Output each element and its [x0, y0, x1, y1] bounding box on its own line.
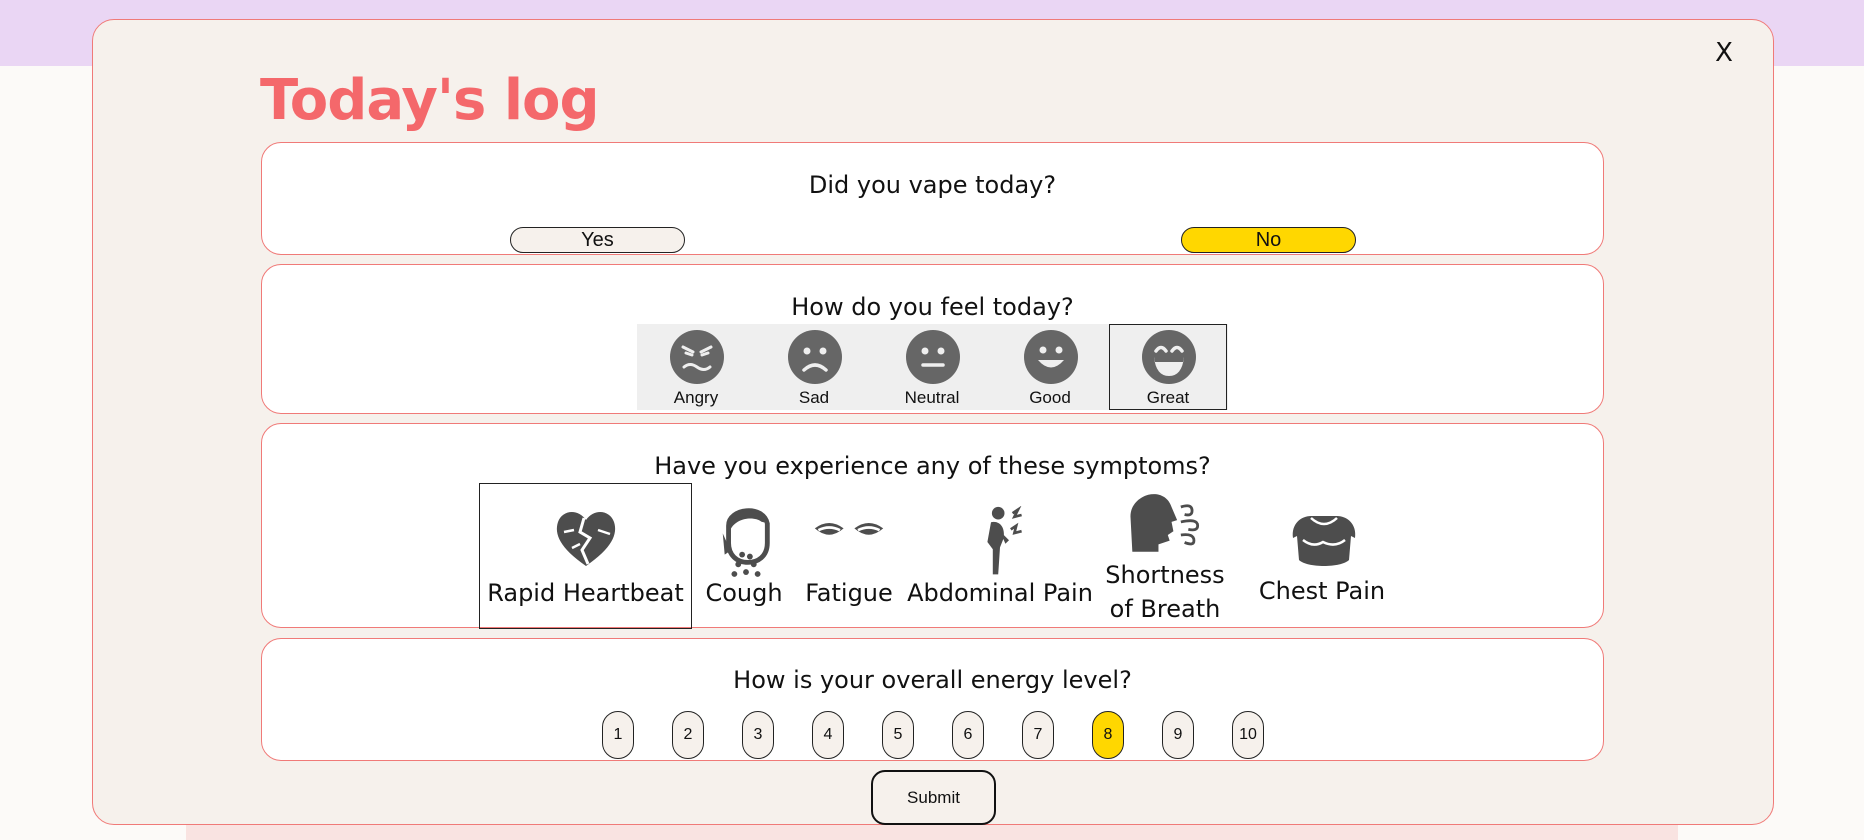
mood-card: How do you feel today? Angry Sad Neutral…: [261, 264, 1604, 414]
symptom-label-cough: Cough: [705, 579, 783, 607]
cough-icon: [722, 508, 770, 577]
energy-level-4[interactable]: 4: [812, 711, 844, 759]
energy-level-5[interactable]: 5: [882, 711, 914, 759]
vape-card: Did you vape today? Yes No: [261, 142, 1604, 255]
mood-label-angry: Angry: [673, 388, 719, 407]
energy-level-10[interactable]: 10: [1232, 711, 1264, 759]
tired-eyes-icon: [814, 523, 884, 535]
energy-level-7[interactable]: 7: [1022, 711, 1054, 759]
energy-card: How is your overall energy level? 1 2 3 …: [261, 638, 1604, 761]
symptom-label-shortness-line1: Shortness: [1105, 561, 1225, 589]
breath-icon: [1130, 494, 1200, 552]
symptom-rapid-heartbeat[interactable]: Rapid Heartbeat: [479, 483, 692, 629]
mood-selector: Angry Sad Neutral Good Great: [637, 324, 1228, 410]
mood-label-neutral: Neutral: [904, 388, 960, 407]
page-title: Today's log: [260, 68, 600, 133]
vape-no-button[interactable]: No: [1181, 227, 1356, 253]
mood-question: How do you feel today?: [791, 293, 1074, 321]
symptom-abdominal-pain[interactable]: Abdominal Pain: [904, 483, 1096, 629]
mood-option-good[interactable]: Good: [991, 324, 1109, 410]
symptoms-question: Have you experience any of these symptom…: [654, 452, 1211, 480]
energy-level-2[interactable]: 2: [672, 711, 704, 759]
energy-level-1[interactable]: 1: [602, 711, 634, 759]
mood-label-sad: Sad: [798, 388, 830, 407]
mood-option-great[interactable]: Great: [1109, 324, 1227, 410]
symptom-fatigue[interactable]: Fatigue: [796, 483, 902, 629]
vape-question: Did you vape today?: [808, 171, 1057, 199]
symptom-shortness-of-breath[interactable]: Shortness of Breath: [1100, 483, 1230, 629]
energy-level-8[interactable]: 8: [1092, 711, 1124, 759]
symptom-label-chest-pain: Chest Pain: [1258, 577, 1386, 605]
symptom-label-rapid-heartbeat: Rapid Heartbeat: [487, 579, 684, 607]
sad-face-icon: [788, 330, 842, 384]
energy-level-6[interactable]: 6: [952, 711, 984, 759]
energy-level-3[interactable]: 3: [742, 711, 774, 759]
mood-label-great: Great: [1146, 388, 1190, 407]
mood-option-sad[interactable]: Sad: [755, 324, 873, 410]
mood-label-good: Good: [1029, 388, 1071, 407]
symptoms-card: Have you experience any of these symptom…: [261, 423, 1604, 629]
vape-yes-button[interactable]: Yes: [510, 227, 685, 253]
energy-question: How is your overall energy level?: [733, 666, 1132, 694]
symptom-cough[interactable]: Cough: [696, 483, 792, 629]
smile-face-icon: [1024, 330, 1078, 384]
chest-icon: [1292, 516, 1356, 566]
angry-face-icon: [670, 330, 724, 384]
neutral-face-icon: [906, 330, 960, 384]
submit-button[interactable]: Submit: [871, 770, 996, 825]
symptom-label-fatigue: Fatigue: [805, 579, 893, 607]
close-button[interactable]: X: [1712, 36, 1736, 70]
abdominal-pain-icon: [987, 506, 1022, 575]
symptom-chest-pain[interactable]: Chest Pain: [1248, 483, 1396, 629]
energy-level-9[interactable]: 9: [1162, 711, 1194, 759]
symptom-label-shortness-line2: of Breath: [1109, 595, 1221, 623]
broken-heart-icon: [556, 511, 616, 566]
grin-face-icon: [1142, 330, 1196, 384]
mood-option-neutral[interactable]: Neutral: [873, 324, 991, 410]
symptom-label-abdominal-pain: Abdominal Pain: [907, 579, 1093, 607]
mood-option-angry[interactable]: Angry: [637, 324, 755, 410]
